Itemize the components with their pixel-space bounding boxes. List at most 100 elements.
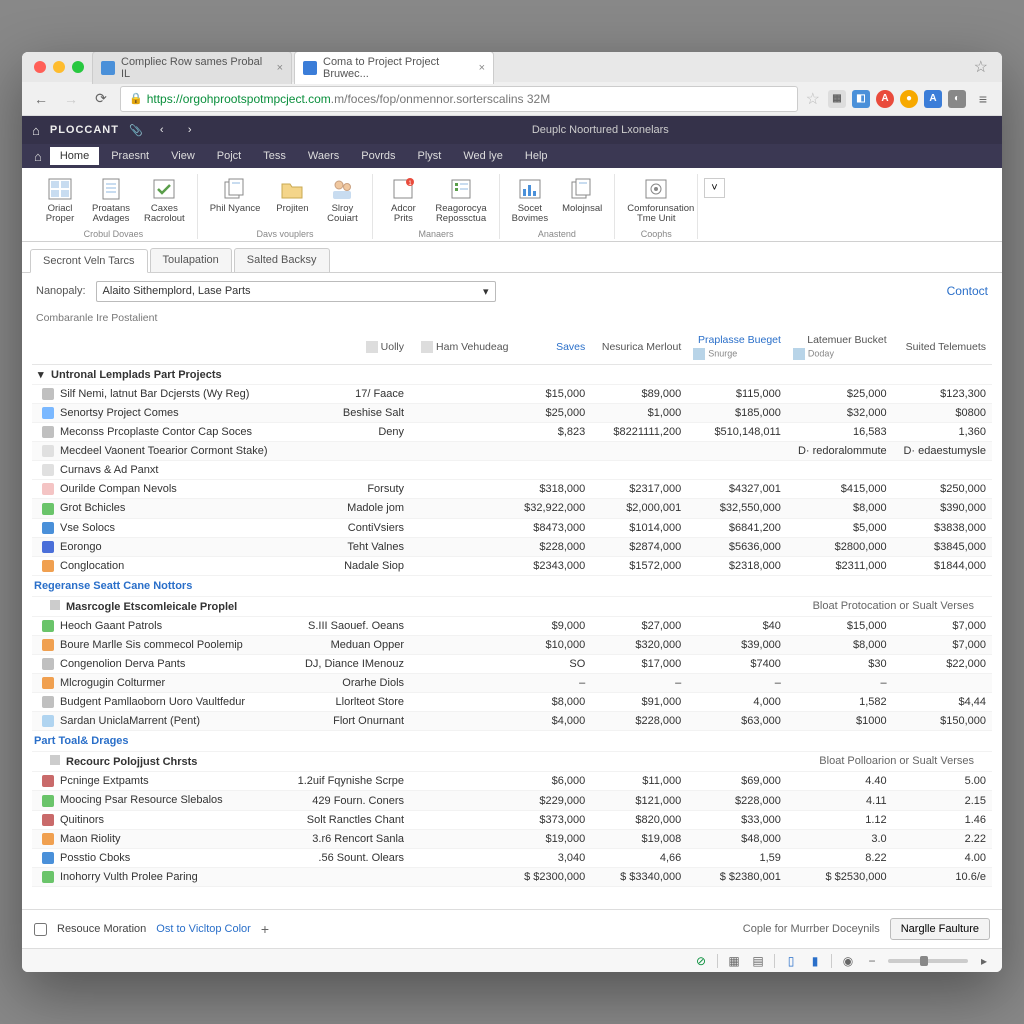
back-button[interactable]: ←	[30, 88, 52, 110]
menu-item-view[interactable]: View	[161, 147, 205, 165]
table-row[interactable]: Inohorry Vulth Prolee Paring$ $2300,000$…	[32, 867, 992, 886]
footer-action-button[interactable]: Narglle Faulture	[890, 918, 990, 940]
extension-icon[interactable]: A	[924, 90, 942, 108]
extension-icon[interactable]: ●	[900, 90, 918, 108]
table-row[interactable]: Mecdeel Vaonent Toearior Cormont Stake)D…	[32, 442, 992, 461]
table-row[interactable]: Posstio Cboks.56 Sount. Olears3,0404,661…	[32, 848, 992, 867]
close-tab-icon[interactable]: ×	[277, 62, 283, 74]
table-row[interactable]: ConglocationNadale Siop$2343,000$1572,00…	[32, 556, 992, 575]
column-header[interactable]: Uolly	[286, 330, 410, 365]
section-header[interactable]: Part Toal& Drages	[32, 731, 992, 752]
column-header[interactable]: Saves	[514, 330, 591, 365]
table-row[interactable]: Moocing Psar Resource Slebalos429 Fourn.…	[32, 791, 992, 810]
table-row[interactable]: EorongoTeht Valnes$228,000$2874,000$5636…	[32, 537, 992, 556]
menu-item-home[interactable]: Home	[50, 147, 99, 165]
menu-item-waers[interactable]: Waers	[298, 147, 349, 165]
column-header[interactable]: Suited Telemuets	[893, 330, 992, 365]
table-row[interactable]: Meconss Prcoplaste Contor Cap SocesDeny$…	[32, 423, 992, 442]
reload-button[interactable]: ⟳	[90, 88, 112, 110]
group-header-row[interactable]: ▾ Untronal Lemplads Part Projects	[32, 364, 992, 384]
extension-icon[interactable]: A	[876, 90, 894, 108]
column-header[interactable]: Nesurica Merlout	[591, 330, 687, 365]
view-grid-icon[interactable]: ▤	[750, 953, 766, 969]
menu-item-plyst[interactable]: Plyst	[408, 147, 452, 165]
menu-item-tess[interactable]: Tess	[253, 147, 296, 165]
menu-item-praesnt[interactable]: Praesnt	[101, 147, 159, 165]
footer-checkbox[interactable]	[34, 923, 47, 936]
menu-item-wed lye[interactable]: Wed lye	[453, 147, 513, 165]
bookmark-star-icon[interactable]: ☆	[968, 57, 994, 77]
column-header[interactable]: Ham Vehudeag	[410, 330, 514, 365]
app-tab[interactable]: Toulapation	[150, 248, 232, 272]
menu-item-help[interactable]: Help	[515, 147, 558, 165]
browser-tab-1[interactable]: Coma to Project Project Bruwec... ×	[294, 52, 494, 84]
ribbon-dropdown-icon[interactable]: ˅	[704, 178, 724, 198]
browser-tab-0[interactable]: Compliec Row sames Probal IL ×	[92, 52, 292, 84]
extension-icon[interactable]: ◧	[852, 90, 870, 108]
forward-button[interactable]: →	[60, 88, 82, 110]
app-tab[interactable]: Secront Veln Tarcs	[30, 249, 148, 273]
zoom-in-icon[interactable]: ▸	[976, 953, 992, 969]
extension-icon[interactable]: ◐	[948, 90, 966, 108]
close-tab-icon[interactable]: ×	[479, 62, 485, 74]
table-row[interactable]: Boure Marlle Sis commecol PoolemipMeduan…	[32, 635, 992, 654]
ribbon-button[interactable]: Projiten	[268, 174, 316, 227]
ribbon-button[interactable]: ComforunsationTme Unit	[621, 174, 691, 227]
ribbon-button[interactable]: 1AdcorPrits	[379, 174, 427, 227]
extension-icon[interactable]: ▦	[828, 90, 846, 108]
close-window-icon[interactable]	[34, 61, 46, 73]
table-row[interactable]: Heoch Gaant PatrolsS.III Saouef. Oeans$9…	[32, 616, 992, 635]
menu-item-povrds[interactable]: Povrds	[351, 147, 405, 165]
column-header[interactable]: Latemuer BucketDoday	[787, 330, 893, 365]
ribbon-button[interactable]: ReagorocyaRepossctua	[429, 174, 492, 227]
view-compact-icon[interactable]: ▮	[807, 953, 823, 969]
prev-icon[interactable]: ‹	[153, 124, 171, 136]
url-input[interactable]: 🔒 https://orgohprootspotmpcject.com .m/f…	[120, 86, 798, 112]
table-row[interactable]: Vse SolocsContiVsiers$8473,000$1014,000$…	[32, 518, 992, 537]
footer-link[interactable]: Ost to Vicltop Color	[156, 923, 251, 935]
table-row[interactable]: Mlcrogugin ColturmerOrarhe Diols––––	[32, 674, 992, 693]
add-button[interactable]: +	[261, 921, 269, 937]
app-icon[interactable]: ⌂	[28, 149, 48, 164]
ribbon-button[interactable]: CaxesRacrolout	[138, 174, 191, 227]
ribbon-button[interactable]: SocetBovimes	[506, 174, 554, 227]
ribbon-button[interactable]: Phil Nyance	[204, 174, 267, 227]
ribbon-button[interactable]: SlroyCouiart	[318, 174, 366, 227]
filter-select[interactable]: Alaito Sithemplord, Lase Parts ▾	[96, 281, 496, 302]
table-row[interactable]: Sardan UniclaMarrent (Pent)Flort Onurnan…	[32, 712, 992, 731]
section-header[interactable]: Regeranse Seatt Cane Nottors	[32, 575, 992, 596]
table-row[interactable]: Silf Nemi, latnut Bar Dcjersts (Wy Reg)1…	[32, 384, 992, 403]
table-row[interactable]: Maon Riolity3.r6 Rencort Sanla$19,000$19…	[32, 829, 992, 848]
contact-link[interactable]: Contoct	[947, 284, 988, 298]
menu-icon[interactable]: ≡	[972, 88, 994, 110]
info-icon[interactable]: ◉	[840, 953, 856, 969]
home-icon[interactable]: ⌂	[32, 123, 40, 138]
expand-icon[interactable]: ▾	[38, 368, 48, 381]
zoom-out-icon[interactable]: −	[864, 953, 880, 969]
minimize-window-icon[interactable]	[53, 61, 65, 73]
column-header[interactable]: Praplasse BuegetSnurge	[687, 330, 787, 365]
table-row[interactable]: Ourilde Compan NevolsForsuty$318,000$231…	[32, 480, 992, 499]
table-row[interactable]: QuitinorsSolt Ranctles Chant$373,000$820…	[32, 810, 992, 829]
table-row[interactable]: Grot BchiclesMadole jom$32,922,000$2,000…	[32, 499, 992, 518]
table-row[interactable]: Pcninge Extpamts1.2uif Fqynishe Scrpe$6,…	[32, 772, 992, 791]
table-row[interactable]: Congenolion Derva PantsDJ, Diance IMenou…	[32, 655, 992, 674]
menu-item-pojct[interactable]: Pojct	[207, 147, 251, 165]
zoom-slider[interactable]	[888, 959, 968, 963]
favorite-icon[interactable]: ☆	[806, 89, 820, 109]
table-row[interactable]: Senortsy Project ComesBeshise Salt$25,00…	[32, 403, 992, 422]
attach-icon[interactable]: 📎	[129, 124, 143, 137]
next-icon[interactable]: ›	[181, 124, 199, 136]
ribbon-button[interactable]: OriaclProper	[36, 174, 84, 227]
view-list-icon[interactable]: ▦	[726, 953, 742, 969]
ribbon-button[interactable]: Molojnsal	[556, 174, 608, 227]
status-check-icon[interactable]: ⊘	[693, 953, 709, 969]
table-row[interactable]: Budgent Pamllaoborn Uoro VaultfedurLlorl…	[32, 693, 992, 712]
window-controls[interactable]	[30, 61, 92, 73]
app-tab[interactable]: Salted Backsy	[234, 248, 330, 272]
column-header[interactable]	[32, 330, 286, 365]
ribbon-button[interactable]: ProatansAvdages	[86, 174, 136, 227]
view-detail-icon[interactable]: ▯	[783, 953, 799, 969]
table-row[interactable]: Curnavs & Ad Panxt	[32, 461, 992, 480]
maximize-window-icon[interactable]	[72, 61, 84, 73]
